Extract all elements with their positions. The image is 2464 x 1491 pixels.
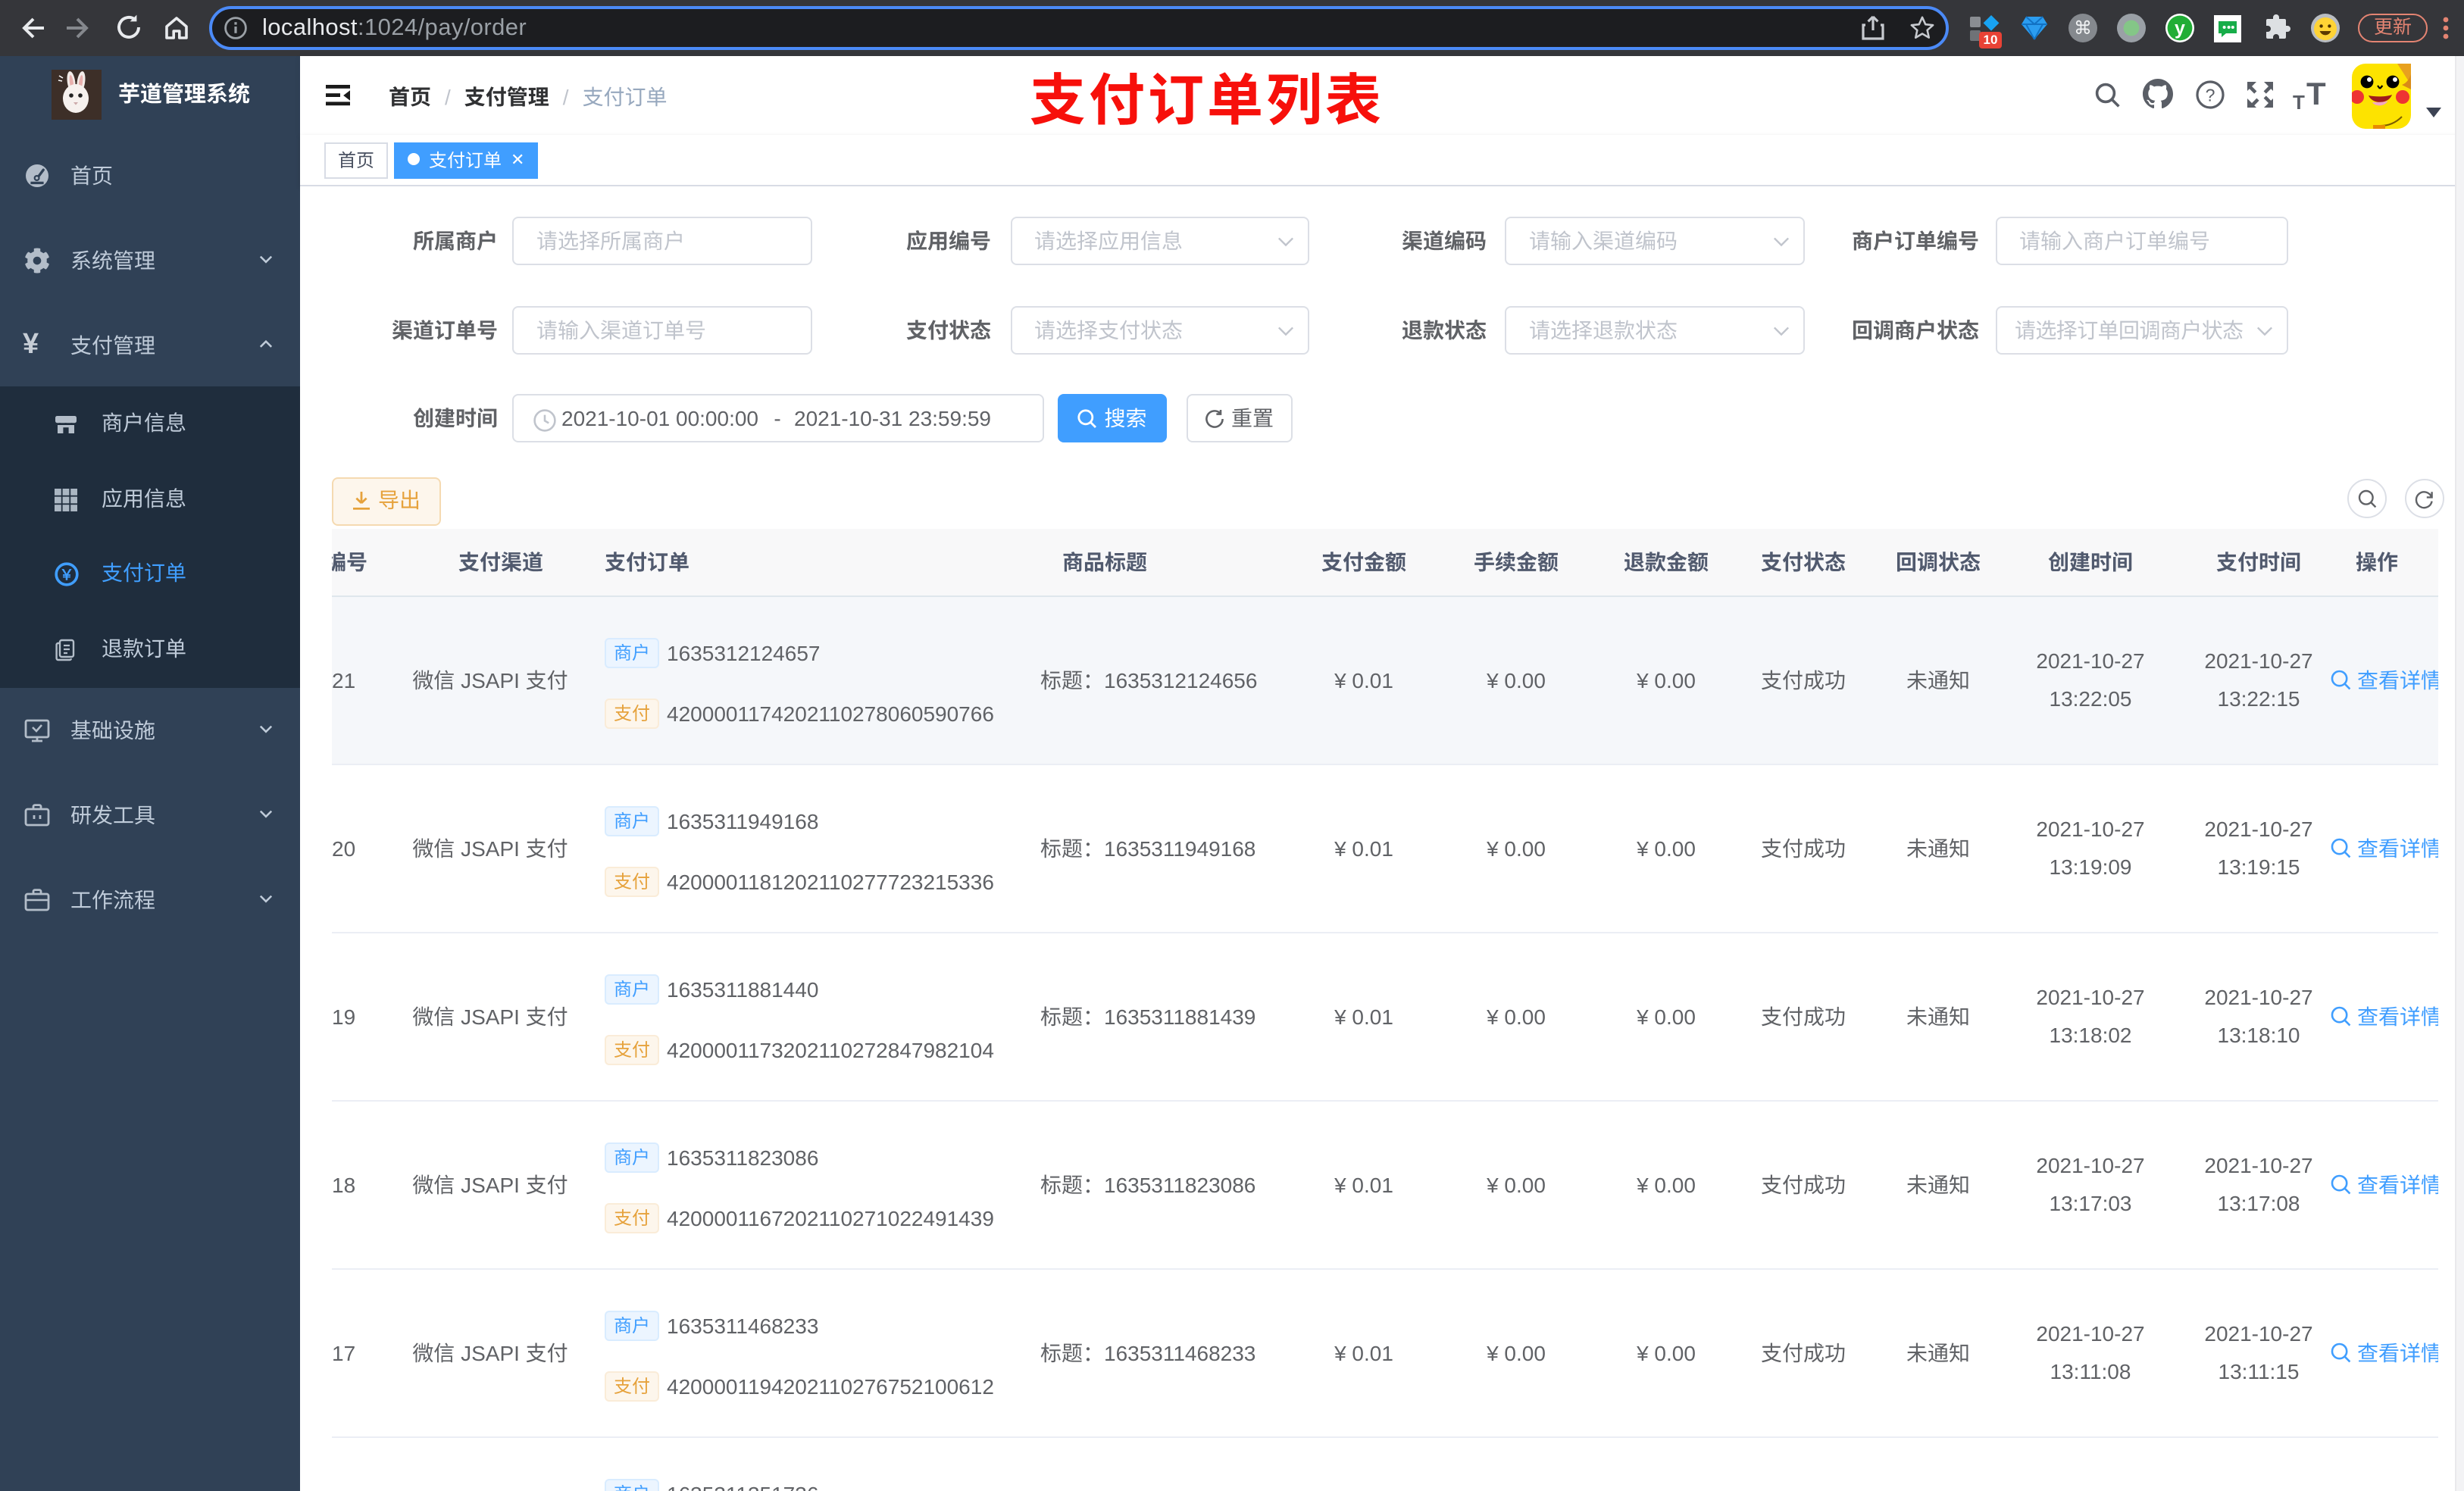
svg-text:⌘: ⌘: [2074, 18, 2092, 39]
svg-text:?: ?: [2206, 85, 2215, 105]
svg-text:y: y: [2174, 18, 2184, 39]
svg-text:￥: ￥: [59, 567, 73, 583]
